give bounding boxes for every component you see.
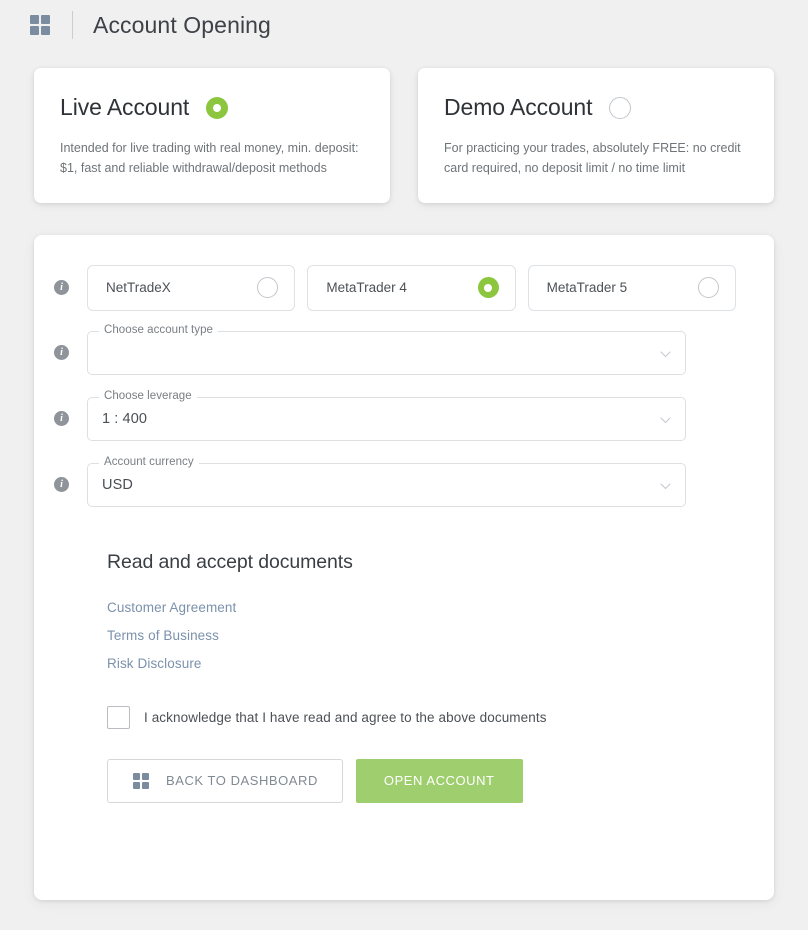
account-type-select[interactable]: Choose account type [87, 331, 686, 375]
info-icon[interactable]: i [54, 411, 69, 426]
info-icon[interactable]: i [54, 477, 69, 492]
documents-section: Read and accept documents Customer Agree… [54, 551, 736, 803]
account-type-legend: Choose account type [99, 325, 218, 337]
account-card-demo-description: For practicing your trades, absolutely F… [444, 139, 744, 179]
platform-label: MetaTrader 4 [326, 280, 407, 295]
document-link-customer-agreement[interactable]: Customer Agreement [107, 600, 736, 615]
leverage-value: 1 : 400 [102, 411, 147, 427]
leverage-legend: Choose leverage [99, 391, 197, 403]
platform-label: MetaTrader 5 [547, 280, 628, 295]
leverage-row: i Choose leverage 1 : 400 [54, 397, 736, 441]
grid-icon-square [142, 773, 149, 780]
account-card-live-header: Live Account [60, 94, 364, 121]
topbar-divider [72, 11, 73, 39]
open-account-button[interactable]: OPEN ACCOUNT [356, 759, 523, 803]
documents-title: Read and accept documents [107, 551, 736, 574]
platform-option-metatrader-4[interactable]: MetaTrader 4 [307, 265, 515, 311]
grid-icon[interactable] [30, 15, 50, 35]
topbar: Account Opening [0, 0, 808, 50]
radio-metatrader-4[interactable] [478, 277, 499, 298]
acknowledge-checkbox[interactable] [107, 706, 130, 729]
platform-label: NetTradeX [106, 280, 171, 295]
form-actions: BACK TO DASHBOARD OPEN ACCOUNT [107, 759, 736, 803]
grid-icon-square [41, 26, 50, 35]
currency-value: USD [102, 477, 133, 493]
account-card-demo[interactable]: Demo Account For practicing your trades,… [418, 68, 774, 203]
currency-select[interactable]: Account currency USD [87, 463, 686, 507]
account-form-panel: i NetTradeX MetaTrader 4 MetaTrader 5 i … [34, 235, 774, 900]
account-type-cards: Live Account Intended for live trading w… [0, 50, 808, 203]
acknowledge-label: I acknowledge that I have read and agree… [144, 710, 547, 725]
leverage-select-field[interactable]: Choose leverage 1 : 400 [87, 397, 686, 441]
info-icon[interactable]: i [54, 345, 69, 360]
radio-live-account[interactable] [206, 97, 228, 119]
account-card-live-description: Intended for live trading with real mone… [60, 139, 360, 179]
currency-row: i Account currency USD [54, 463, 736, 507]
account-card-demo-header: Demo Account [444, 94, 748, 121]
account-card-live-title: Live Account [60, 94, 189, 121]
grid-icon-square [30, 15, 39, 24]
currency-legend: Account currency [99, 457, 199, 469]
chevron-down-icon[interactable] [660, 349, 671, 360]
acknowledge-row: I acknowledge that I have read and agree… [107, 706, 736, 729]
leverage-select[interactable]: Choose leverage 1 : 400 [87, 397, 686, 441]
back-to-dashboard-label: BACK TO DASHBOARD [166, 773, 318, 788]
platform-option-metatrader-5[interactable]: MetaTrader 5 [528, 265, 736, 311]
radio-metatrader-5[interactable] [698, 277, 719, 298]
grid-icon-square [133, 773, 140, 780]
radio-demo-account[interactable] [609, 97, 631, 119]
back-to-dashboard-button[interactable]: BACK TO DASHBOARD [107, 759, 343, 803]
platform-selector-row: i NetTradeX MetaTrader 4 MetaTrader 5 [54, 265, 736, 311]
platform-options: NetTradeX MetaTrader 4 MetaTrader 5 [87, 265, 736, 311]
grid-icon-square [41, 15, 50, 24]
chevron-down-icon[interactable] [660, 481, 671, 492]
grid-icon-square [142, 782, 149, 789]
grid-icon-square [30, 26, 39, 35]
document-link-risk-disclosure[interactable]: Risk Disclosure [107, 656, 736, 671]
info-icon[interactable]: i [54, 280, 69, 295]
account-card-demo-title: Demo Account [444, 94, 592, 121]
radio-nettradex[interactable] [257, 277, 278, 298]
account-type-row: i Choose account type [54, 331, 736, 375]
grid-icon [133, 773, 149, 789]
grid-icon-square [133, 782, 140, 789]
page-title: Account Opening [93, 12, 271, 39]
document-link-terms-of-business[interactable]: Terms of Business [107, 628, 736, 643]
chevron-down-icon[interactable] [660, 415, 671, 426]
account-card-live[interactable]: Live Account Intended for live trading w… [34, 68, 390, 203]
platform-option-nettradex[interactable]: NetTradeX [87, 265, 295, 311]
currency-select-field[interactable]: Account currency USD [87, 463, 686, 507]
account-type-select-field[interactable]: Choose account type [87, 331, 686, 375]
